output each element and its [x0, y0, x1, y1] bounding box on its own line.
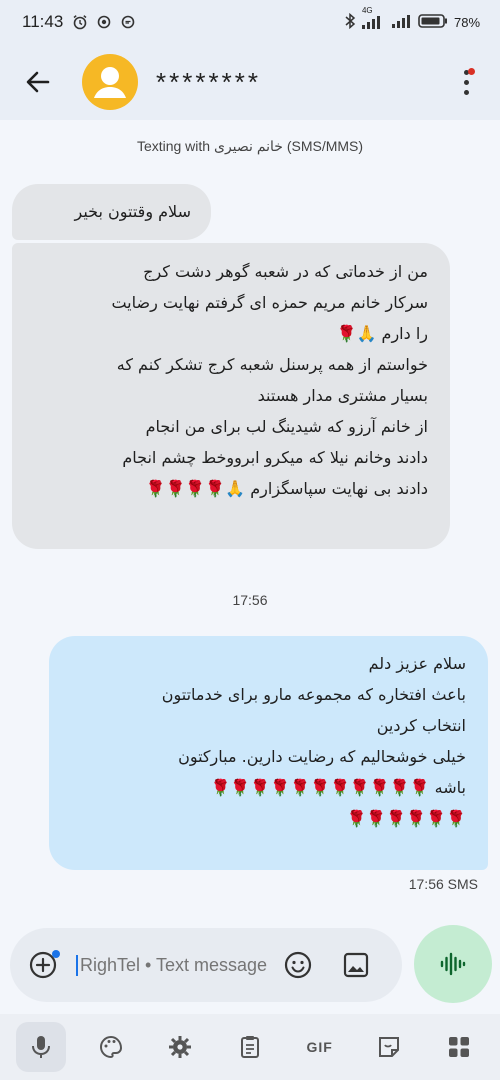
notification-dot	[468, 68, 475, 75]
contact-name[interactable]: ********	[156, 67, 261, 98]
apps-button[interactable]	[434, 1022, 484, 1072]
message-meta: 17:56 SMS	[408, 876, 478, 892]
time-separator: 17:56	[232, 592, 268, 608]
status-right: 4G 78%	[344, 6, 480, 32]
compose-box	[10, 928, 402, 1002]
attachment-dot	[52, 950, 60, 958]
battery-icon	[418, 13, 448, 31]
gif-button[interactable]: GIF	[295, 1022, 345, 1072]
clipboard-icon	[240, 1036, 259, 1058]
more-options-button[interactable]	[454, 62, 478, 102]
texting-with-note: Texting with خانم نصیری (SMS/MMS)	[136, 138, 364, 154]
bluetooth-icon	[344, 12, 356, 32]
network-label: 4G	[361, 6, 373, 15]
incoming-message[interactable]: من از خدماتی که در شعبه گوهر دشت کرج سرک…	[12, 243, 450, 549]
gallery-button[interactable]	[336, 945, 376, 985]
back-arrow-icon	[26, 71, 50, 93]
signal-icon: 4G	[361, 6, 386, 29]
microphone-button[interactable]	[15, 1022, 66, 1072]
message-input[interactable]	[76, 954, 276, 976]
gif-icon: GIF	[306, 1039, 333, 1055]
palette-icon	[99, 1035, 122, 1059]
voice-wave-icon	[440, 952, 466, 976]
conversation-header: ********	[0, 44, 500, 120]
theme-button[interactable]	[86, 1022, 136, 1072]
settings-icon	[169, 1036, 192, 1058]
emoji-icon	[284, 951, 312, 979]
outgoing-message[interactable]: سلام عزیز دلم باعث افتخاره که مجموعه مار…	[49, 636, 488, 870]
sticker-button[interactable]	[364, 1022, 414, 1072]
sticker-icon	[379, 1037, 400, 1057]
apps-grid-icon	[449, 1037, 470, 1057]
emoji-button[interactable]	[278, 945, 318, 985]
voice-message-button[interactable]	[414, 925, 492, 1003]
settings-button[interactable]	[155, 1022, 205, 1072]
status-time: 11:43	[22, 12, 64, 31]
incoming-message[interactable]: سلام وقتتون بخیر	[12, 184, 211, 240]
clipboard-button[interactable]	[225, 1022, 275, 1072]
avatar[interactable]	[82, 54, 138, 110]
whatsapp-icon	[119, 13, 137, 31]
signal-2-icon	[391, 14, 412, 31]
dot-icon	[95, 13, 113, 31]
battery-percent: 78%	[453, 14, 480, 30]
avatar-icon	[94, 67, 126, 98]
alarm-icon	[71, 13, 89, 31]
image-icon	[343, 952, 369, 978]
add-attachment-button[interactable]	[26, 948, 60, 982]
keyboard-toolbar: GIF	[0, 1014, 500, 1080]
status-bar: 11:43 4G 78%	[0, 0, 500, 44]
microphone-icon	[31, 1036, 50, 1058]
back-button[interactable]	[18, 62, 58, 102]
